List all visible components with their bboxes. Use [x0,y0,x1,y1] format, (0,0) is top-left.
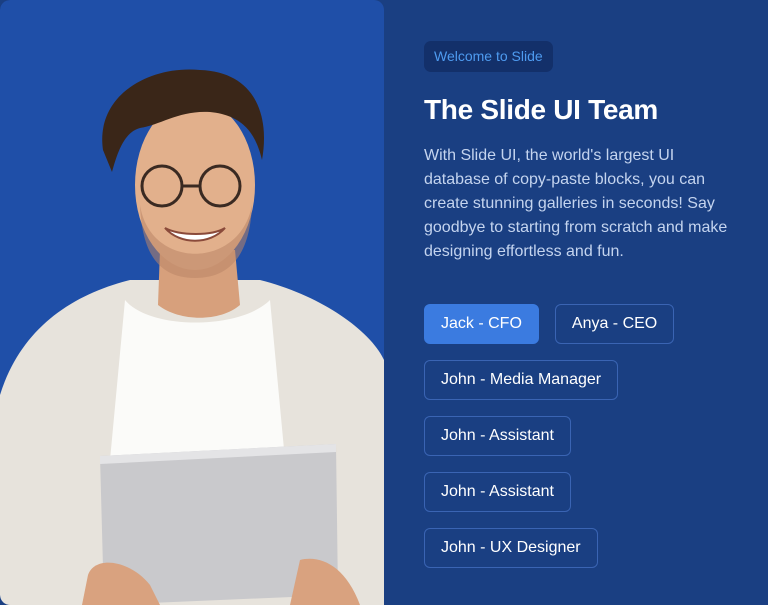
member-button-anya-ceo[interactable]: Anya - CEO [554,304,675,344]
page-title: The Slide UI Team [424,94,658,125]
team-member-photo [0,0,384,605]
member-button-john-assistant[interactable]: John - Assistant [424,416,571,456]
member-button-jack-cfo[interactable]: Jack - CFO [424,304,539,344]
member-button-john-media-manager[interactable]: John - Media Manager [424,360,619,400]
team-card: Welcome to Slide The Slide UI Team With … [0,0,768,605]
team-description: With Slide UI, the world's largest UI da… [424,147,728,260]
member-button-john-assistant-2[interactable]: John - Assistant [424,472,571,512]
welcome-badge: Welcome to Slide [424,41,553,72]
team-content: Welcome to Slide The Slide UI Team With … [424,41,744,584]
member-button-john-ux-designer[interactable]: John - UX Designer [424,528,598,568]
team-member-list: Jack - CFO Anya - CEO John - Media Manag… [424,304,744,568]
